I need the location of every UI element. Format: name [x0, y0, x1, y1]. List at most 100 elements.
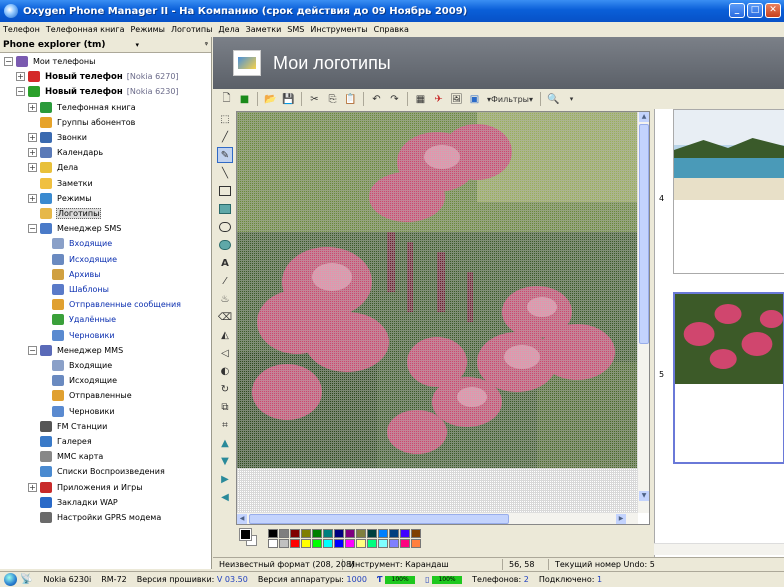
palette-swatch[interactable] — [334, 539, 344, 548]
palette-swatch[interactable] — [400, 529, 410, 538]
tree-node[interactable]: Исходящие — [40, 253, 118, 266]
palette-swatch[interactable] — [279, 539, 289, 548]
text-tool-icon[interactable]: A — [217, 255, 233, 271]
eyedropper-tool-icon[interactable]: ⁄ — [217, 273, 233, 289]
scroll-right-icon[interactable]: ▶ — [616, 514, 626, 524]
tree-node-label[interactable]: Закладки WAP — [56, 498, 119, 507]
collapse-icon[interactable]: − — [4, 57, 13, 66]
effects-icon[interactable]: ▣ — [467, 92, 482, 106]
thumbnail-frame-selected[interactable] — [673, 292, 784, 464]
scroll-down-icon[interactable]: ▼ — [639, 491, 649, 501]
minimize-button[interactable]: _ — [729, 3, 745, 18]
move-right-icon[interactable]: ▶ — [217, 471, 233, 487]
flower-picture[interactable] — [237, 112, 638, 468]
cut-icon[interactable]: ✂ — [307, 92, 322, 106]
tree-node-label[interactable]: Звонки — [56, 133, 88, 142]
canvas-vertical-scrollbar[interactable]: ▲ ▼ — [637, 112, 649, 513]
palette-swatch[interactable] — [389, 539, 399, 548]
thumbnails-horizontal-scrollbar[interactable] — [654, 543, 784, 555]
tree-node-label[interactable]: Логотипы — [56, 208, 102, 219]
zoom-icon[interactable]: 🔍 — [546, 92, 561, 106]
filters-dropdown[interactable]: ▾Фильтры▾ — [485, 92, 535, 106]
palette-swatch[interactable] — [345, 529, 355, 538]
tree-node[interactable]: Входящие — [40, 359, 113, 372]
grid-icon[interactable]: ▦ — [413, 92, 428, 106]
resize-icon[interactable]: ⧉ — [217, 399, 233, 415]
undo-icon[interactable]: ↶ — [369, 92, 384, 106]
expand-icon[interactable]: + — [28, 133, 37, 142]
tree-node-label[interactable]: Удалённые — [68, 315, 117, 324]
tree-node[interactable]: Архивы — [40, 268, 102, 281]
scroll-left-icon[interactable]: ◀ — [237, 514, 247, 524]
tree-node-label[interactable]: Новый телефон — [44, 72, 124, 82]
paste-icon[interactable]: 📋 — [343, 92, 358, 106]
expand-icon[interactable]: + — [28, 193, 37, 203]
menu-phone[interactable]: Телефон — [0, 25, 43, 34]
tree-node[interactable]: FM Станции — [28, 420, 108, 433]
palette-swatch[interactable] — [389, 529, 399, 538]
tree-node[interactable]: Группы абонентов — [28, 116, 136, 129]
collapse-icon[interactable]: − — [28, 224, 37, 234]
palette-swatch[interactable] — [356, 539, 366, 548]
tree-node[interactable]: + Приложения и Игры — [28, 481, 144, 494]
tree-node[interactable]: + Звонки — [28, 131, 88, 144]
tree-node[interactable]: Исходящие — [40, 374, 118, 387]
eraser-tool-icon[interactable]: ⌫ — [217, 309, 233, 325]
save-icon[interactable]: 💾 — [281, 92, 296, 106]
tree-node-label[interactable]: Приложения и Игры — [56, 483, 144, 492]
send-to-phone-icon[interactable]: ✈ — [431, 92, 446, 106]
brush-tool-icon[interactable]: ╱ — [217, 129, 233, 145]
tree-node[interactable]: + Режимы — [28, 192, 93, 205]
tree-node[interactable]: Шаблоны — [40, 283, 110, 296]
scroll-up-icon[interactable]: ▲ — [639, 112, 649, 122]
menu-help[interactable]: Справка — [371, 25, 412, 34]
tree-node[interactable]: Входящие — [40, 237, 113, 250]
expand-icon[interactable]: + — [28, 163, 37, 173]
crop-icon[interactable]: ⌗ — [217, 417, 233, 433]
tree-node[interactable]: Настройки GPRS модема — [28, 511, 162, 524]
tree-node[interactable]: + Дела — [28, 161, 79, 174]
expand-icon[interactable]: + — [28, 482, 37, 492]
chevron-down-icon[interactable]: ▾ — [564, 92, 579, 106]
move-down-icon[interactable]: ▼ — [217, 453, 233, 469]
chevron-down-icon[interactable]: ▾ — [135, 41, 139, 49]
current-colors[interactable] — [239, 528, 258, 547]
line-tool-icon[interactable]: ╲ — [217, 165, 233, 181]
tree-node[interactable]: Галерея — [28, 435, 93, 448]
tree-node-label[interactable]: Мои телефоны — [32, 57, 96, 66]
canvas-empty-area[interactable] — [237, 468, 638, 513]
tree-node[interactable]: + Телефонная книга — [28, 101, 137, 114]
tree-node-label[interactable]: Заметки — [56, 179, 94, 188]
selection-tool-icon[interactable]: ⬚ — [217, 111, 233, 127]
tree-node-label[interactable]: Новый телефон — [44, 87, 124, 97]
expand-icon[interactable]: + — [16, 72, 25, 82]
tree-node-label[interactable]: Входящие — [68, 239, 113, 248]
palette-swatch[interactable] — [367, 529, 377, 538]
palette-swatch[interactable] — [323, 539, 333, 548]
palette-swatch[interactable] — [279, 529, 289, 538]
pencil-tool-icon[interactable]: ✎ — [217, 147, 233, 163]
tree-node-label[interactable]: Группы абонентов — [56, 118, 136, 127]
tree-node[interactable]: − Менеджер MMS — [28, 344, 124, 357]
tree-node-label[interactable]: Календарь — [56, 148, 104, 157]
palette-swatch[interactable] — [378, 539, 388, 548]
palette-swatch[interactable] — [345, 539, 355, 548]
palette-swatch[interactable] — [301, 529, 311, 538]
menu-tasks[interactable]: Дела — [215, 25, 242, 34]
tree-node-label[interactable]: Режимы — [56, 194, 93, 203]
tree-node-label[interactable]: Отправленные — [68, 391, 133, 400]
tree-node-label[interactable]: Шаблоны — [68, 285, 110, 294]
tree-node[interactable]: + Календарь — [28, 146, 104, 159]
new-logo-icon[interactable]: 🗋 — [219, 92, 234, 106]
move-left-icon[interactable]: ◀ — [217, 489, 233, 505]
redo-icon[interactable]: ↷ — [387, 92, 402, 106]
tree-node[interactable]: Заметки — [28, 177, 94, 190]
tree-node-label[interactable]: Менеджер SMS — [56, 224, 122, 233]
filled-ellipse-tool-icon[interactable] — [217, 237, 233, 253]
tree-node[interactable]: Закладки WAP — [28, 496, 119, 509]
tree-node-label[interactable]: Черновики — [68, 331, 116, 340]
tree-node-label[interactable]: Телефонная книга — [56, 103, 137, 112]
tree-node-label[interactable]: MMC карта — [56, 452, 104, 461]
maximize-button[interactable]: □ — [747, 3, 763, 18]
tree-node-label[interactable]: Списки Воспроизведения — [56, 467, 166, 476]
